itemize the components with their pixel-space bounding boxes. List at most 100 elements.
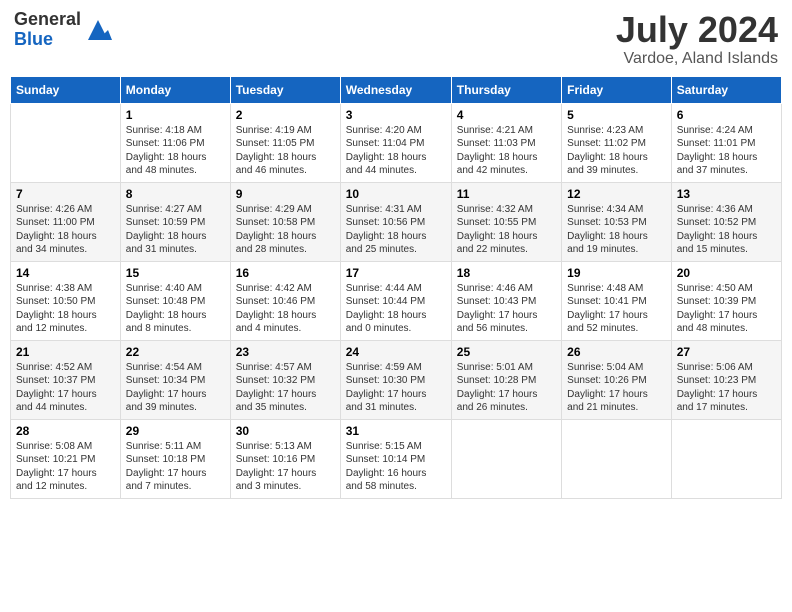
day-number: 20 <box>677 266 776 280</box>
day-number: 29 <box>126 424 225 438</box>
page-header: General Blue July 2024 Vardoe, Aland Isl… <box>10 10 782 68</box>
day-number: 22 <box>126 345 225 359</box>
day-info: Sunrise: 5:01 AMSunset: 10:28 PMDaylight… <box>457 361 556 415</box>
day-number: 25 <box>457 345 556 359</box>
calendar-cell: 15 Sunrise: 4:40 AMSunset: 10:48 PMDaylig… <box>120 261 230 340</box>
day-info: Sunrise: 4:21 AMSunset: 11:03 PMDaylight… <box>457 124 556 178</box>
calendar-cell <box>671 419 781 498</box>
calendar-cell: 5Sunrise: 4:23 AMSunset: 11:02 PMDayligh… <box>562 103 672 182</box>
day-info: Sunrise: 4:59 AMSunset: 10:30 PMDaylight… <box>346 361 446 415</box>
calendar-cell: 27Sunrise: 5:06 AMSunset: 10:23 PMDaylig… <box>671 340 781 419</box>
location: Vardoe, Aland Islands <box>616 50 778 68</box>
calendar-cell: 19Sunrise: 4:48 AMSunset: 10:41 PMDaylig… <box>562 261 672 340</box>
day-number: 9 <box>236 187 335 201</box>
calendar-cell: 12Sunrise: 4:34 AMSunset: 10:53 PMDaylig… <box>562 182 672 261</box>
calendar-cell: 10Sunrise: 4:31 AMSunset: 10:56 PMDaylig… <box>340 182 451 261</box>
calendar-cell: 24 Sunrise: 4:59 AMSunset: 10:30 PMDaylig… <box>340 340 451 419</box>
day-info: Sunrise: 4:18 AMSunset: 11:06 PMDaylight… <box>126 124 225 178</box>
calendar-week-row: 28Sunrise: 5:08 AMSunset: 10:21 PMDaylig… <box>11 419 782 498</box>
day-info: Sunrise: 4:54 AMSunset: 10:34 PMDaylight… <box>126 361 225 415</box>
day-info: Sunrise: 4:38 AMSunset: 10:50 PMDaylight… <box>16 282 115 336</box>
day-header-tuesday: Tuesday <box>230 76 340 103</box>
logo-general: General <box>14 10 81 30</box>
day-info: Sunrise: 4:57 AMSunset: 10:32 PMDaylight… <box>236 361 335 415</box>
calendar-cell: 23Sunrise: 4:57 AMSunset: 10:32 PMDaylig… <box>230 340 340 419</box>
calendar-cell: 29 Sunrise: 5:11 AMSunset: 10:18 PMDaylig… <box>120 419 230 498</box>
calendar-cell: 20 Sunrise: 4:50 AMSunset: 10:39 PMDaylig… <box>671 261 781 340</box>
day-info: Sunrise: 5:04 AMSunset: 10:26 PMDaylight… <box>567 361 666 415</box>
day-number: 28 <box>16 424 115 438</box>
calendar-header-row: SundayMondayTuesdayWednesdayThursdayFrid… <box>11 76 782 103</box>
calendar-cell: 30 Sunrise: 5:13 AMSunset: 10:16 PMDaylig… <box>230 419 340 498</box>
day-number: 2 <box>236 108 335 122</box>
day-header-sunday: Sunday <box>11 76 121 103</box>
calendar-cell: 17 Sunrise: 4:44 AMSunset: 10:44 PMDaylig… <box>340 261 451 340</box>
day-info: Sunrise: 4:32 AMSunset: 10:55 PMDaylight… <box>457 203 556 257</box>
day-info: Sunrise: 4:19 AMSunset: 11:05 PMDaylight… <box>236 124 335 178</box>
day-number: 13 <box>677 187 776 201</box>
day-info: Sunrise: 4:34 AMSunset: 10:53 PMDaylight… <box>567 203 666 257</box>
logo-text: General Blue <box>14 10 81 50</box>
calendar-table: SundayMondayTuesdayWednesdayThursdayFrid… <box>10 76 782 499</box>
logo-icon <box>84 16 112 44</box>
calendar-cell: 1 Sunrise: 4:18 AMSunset: 11:06 PMDayligh… <box>120 103 230 182</box>
day-number: 30 <box>236 424 335 438</box>
calendar-cell <box>451 419 561 498</box>
day-header-thursday: Thursday <box>451 76 561 103</box>
day-info: Sunrise: 5:15 AMSunset: 10:14 PMDaylight… <box>346 440 446 494</box>
day-info: Sunrise: 4:36 AMSunset: 10:52 PMDaylight… <box>677 203 776 257</box>
calendar-cell: 8 Sunrise: 4:27 AMSunset: 10:59 PMDayligh… <box>120 182 230 261</box>
day-number: 24 <box>346 345 446 359</box>
day-info: Sunrise: 4:52 AMSunset: 10:37 PMDaylight… <box>16 361 115 415</box>
calendar-cell <box>562 419 672 498</box>
day-info: Sunrise: 5:06 AMSunset: 10:23 PMDaylight… <box>677 361 776 415</box>
calendar-cell <box>11 103 121 182</box>
calendar-cell: 11 Sunrise: 4:32 AMSunset: 10:55 PMDaylig… <box>451 182 561 261</box>
day-header-monday: Monday <box>120 76 230 103</box>
calendar-cell: 2 Sunrise: 4:19 AMSunset: 11:05 PMDayligh… <box>230 103 340 182</box>
calendar-cell: 9 Sunrise: 4:29 AMSunset: 10:58 PMDayligh… <box>230 182 340 261</box>
logo: General Blue <box>14 10 112 50</box>
day-number: 21 <box>16 345 115 359</box>
day-header-saturday: Saturday <box>671 76 781 103</box>
calendar-cell: 25 Sunrise: 5:01 AMSunset: 10:28 PMDaylig… <box>451 340 561 419</box>
title-area: July 2024 Vardoe, Aland Islands <box>616 10 778 68</box>
day-info: Sunrise: 4:46 AMSunset: 10:43 PMDaylight… <box>457 282 556 336</box>
day-number: 4 <box>457 108 556 122</box>
calendar-week-row: 21 Sunrise: 4:52 AMSunset: 10:37 PMDaylig… <box>11 340 782 419</box>
day-number: 5 <box>567 108 666 122</box>
day-number: 11 <box>457 187 556 201</box>
day-number: 15 <box>126 266 225 280</box>
calendar-cell: 28Sunrise: 5:08 AMSunset: 10:21 PMDaylig… <box>11 419 121 498</box>
day-info: Sunrise: 4:29 AMSunset: 10:58 PMDaylight… <box>236 203 335 257</box>
day-info: Sunrise: 4:26 AMSunset: 11:00 PMDaylight… <box>16 203 115 257</box>
day-info: Sunrise: 5:11 AMSunset: 10:18 PMDaylight… <box>126 440 225 494</box>
day-number: 16 <box>236 266 335 280</box>
day-info: Sunrise: 5:13 AMSunset: 10:16 PMDaylight… <box>236 440 335 494</box>
day-number: 26 <box>567 345 666 359</box>
day-info: Sunrise: 4:44 AMSunset: 10:44 PMDaylight… <box>346 282 446 336</box>
day-info: Sunrise: 4:50 AMSunset: 10:39 PMDaylight… <box>677 282 776 336</box>
day-number: 3 <box>346 108 446 122</box>
day-info: Sunrise: 4:40 AMSunset: 10:48 PMDaylight… <box>126 282 225 336</box>
logo-blue: Blue <box>14 30 81 50</box>
day-number: 6 <box>677 108 776 122</box>
day-info: Sunrise: 4:31 AMSunset: 10:56 PMDaylight… <box>346 203 446 257</box>
day-info: Sunrise: 4:27 AMSunset: 10:59 PMDaylight… <box>126 203 225 257</box>
day-number: 8 <box>126 187 225 201</box>
day-number: 17 <box>346 266 446 280</box>
calendar-cell: 31Sunrise: 5:15 AMSunset: 10:14 PMDaylig… <box>340 419 451 498</box>
calendar-cell: 4 Sunrise: 4:21 AMSunset: 11:03 PMDayligh… <box>451 103 561 182</box>
day-number: 14 <box>16 266 115 280</box>
calendar-cell: 18Sunrise: 4:46 AMSunset: 10:43 PMDaylig… <box>451 261 561 340</box>
day-header-friday: Friday <box>562 76 672 103</box>
calendar-cell: 13 Sunrise: 4:36 AMSunset: 10:52 PMDaylig… <box>671 182 781 261</box>
day-number: 1 <box>126 108 225 122</box>
day-info: Sunrise: 4:20 AMSunset: 11:04 PMDaylight… <box>346 124 446 178</box>
calendar-cell: 6 Sunrise: 4:24 AMSunset: 11:01 PMDayligh… <box>671 103 781 182</box>
day-info: Sunrise: 4:48 AMSunset: 10:41 PMDaylight… <box>567 282 666 336</box>
day-info: Sunrise: 4:24 AMSunset: 11:01 PMDaylight… <box>677 124 776 178</box>
day-info: Sunrise: 4:42 AMSunset: 10:46 PMDaylight… <box>236 282 335 336</box>
calendar-cell: 3 Sunrise: 4:20 AMSunset: 11:04 PMDayligh… <box>340 103 451 182</box>
calendar-cell: 16 Sunrise: 4:42 AMSunset: 10:46 PMDaylig… <box>230 261 340 340</box>
